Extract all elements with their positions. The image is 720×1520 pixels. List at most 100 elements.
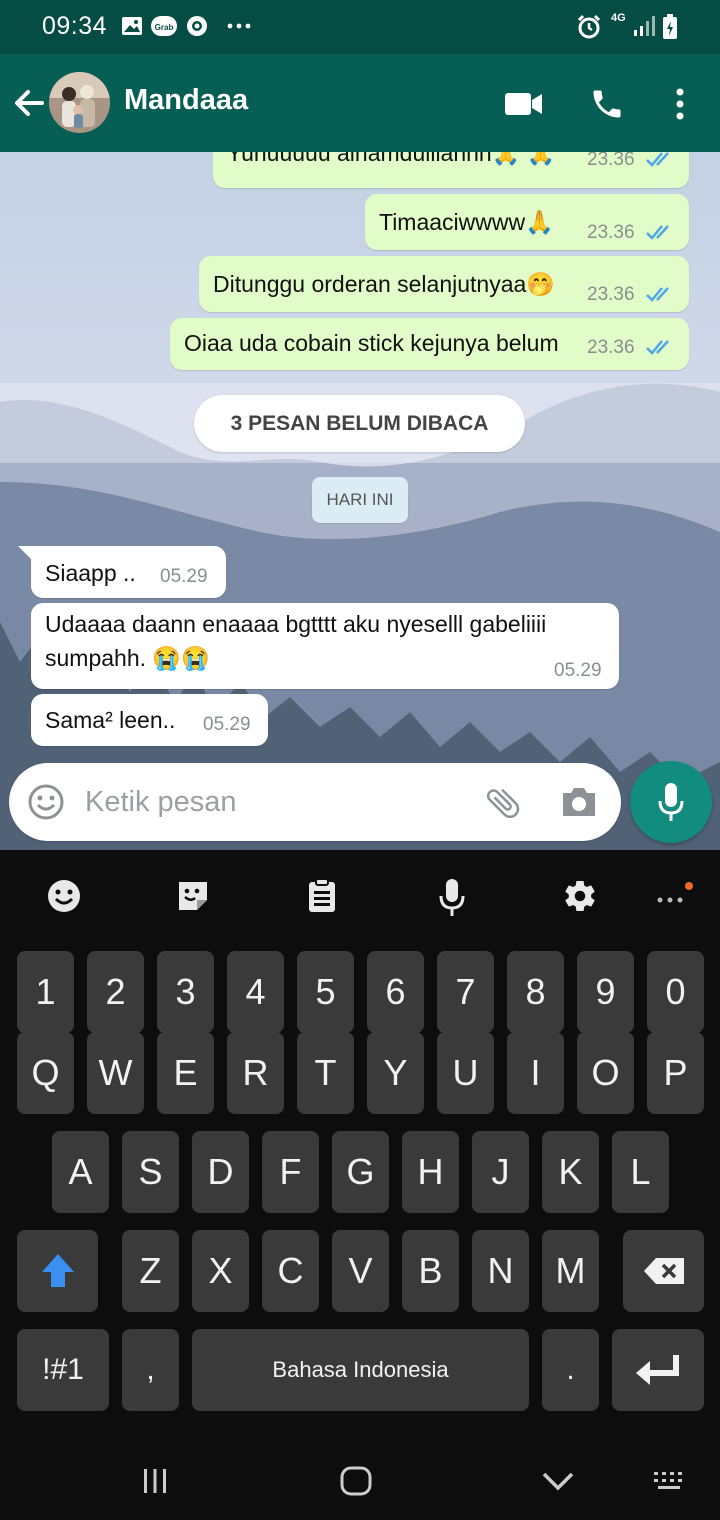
key-n[interactable]: N (472, 1230, 529, 1312)
recent-apps-icon[interactable] (141, 1468, 169, 1494)
key-s[interactable]: S (122, 1131, 179, 1213)
unread-messages-badge[interactable]: 3 PESAN BELUM DIBACA (194, 395, 525, 452)
message-text: Timaaciwwww🙏 (379, 209, 554, 235)
key-k[interactable]: K (542, 1131, 599, 1213)
signal-icon (634, 16, 655, 36)
voice-call-icon[interactable] (589, 86, 625, 122)
chat-header: Mandaaa (0, 54, 720, 152)
key-a[interactable]: A (52, 1131, 109, 1213)
camera-icon[interactable] (559, 783, 599, 821)
grab-icon: Grab (151, 16, 177, 36)
message-text: Sama² leen.. (45, 707, 176, 733)
key-1[interactable]: 1 (17, 951, 74, 1033)
back-nav-icon[interactable] (541, 1470, 575, 1492)
message-time: 05.29 (554, 660, 602, 681)
key-6[interactable]: 6 (367, 951, 424, 1033)
message-outgoing[interactable]: Timaaciwwww🙏 23.36 (365, 194, 689, 250)
read-receipt-icon (646, 152, 669, 167)
message-incoming[interactable]: Sama² leen.. 05.29 (31, 694, 268, 746)
network-type: 4G (611, 12, 626, 24)
key-2[interactable]: 2 (87, 951, 144, 1033)
key-c[interactable]: C (262, 1230, 319, 1312)
key-e[interactable]: E (157, 1032, 214, 1114)
voice-record-button[interactable] (630, 761, 712, 843)
read-receipt-icon (646, 340, 669, 355)
back-arrow-icon[interactable] (8, 82, 50, 124)
battery-icon (663, 14, 677, 39)
backspace-icon (643, 1258, 684, 1284)
message-incoming[interactable]: Siaapp .. 05.29 (31, 546, 226, 598)
message-time: 23.36 (587, 337, 635, 358)
backspace-key[interactable] (623, 1230, 704, 1312)
key-z[interactable]: Z (122, 1230, 179, 1312)
message-input[interactable] (85, 781, 465, 823)
enter-key[interactable] (612, 1329, 704, 1411)
message-composer (9, 763, 621, 841)
key-g[interactable]: G (332, 1131, 389, 1213)
key-j[interactable]: J (472, 1131, 529, 1213)
message-time: 23.36 (587, 222, 635, 243)
keyboard-switch-icon[interactable] (652, 1470, 688, 1494)
key-h[interactable]: H (402, 1131, 459, 1213)
key-d[interactable]: D (192, 1131, 249, 1213)
message-text: Oiaa uda cobain stick kejunya belum (184, 330, 559, 356)
attachment-icon[interactable] (483, 783, 523, 823)
message-outgoing[interactable]: Ditunggu orderan selanjutnyaa🤭 23.36 (199, 256, 689, 312)
status-bar: 09:34 Grab 4G (0, 0, 720, 54)
voice-input-icon[interactable] (438, 878, 466, 918)
comma-key[interactable]: , (122, 1329, 179, 1411)
alarm-icon (577, 14, 601, 39)
more-options-icon[interactable] (654, 880, 696, 912)
message-text: Yuhuuuuu alhamdulilahhh🙏 🙏 (227, 152, 556, 166)
key-5[interactable]: 5 (297, 951, 354, 1033)
date-divider: HARI INI (312, 477, 408, 523)
key-o[interactable]: O (577, 1032, 634, 1114)
settings-icon[interactable] (562, 878, 598, 914)
key-7[interactable]: 7 (437, 951, 494, 1033)
symbols-key[interactable]: !#1 (17, 1329, 109, 1411)
message-incoming[interactable]: Udaaaa daann enaaaa bgtttt aku nyeselll … (31, 603, 619, 689)
key-9[interactable]: 9 (577, 951, 634, 1033)
overflow-menu-icon[interactable] (668, 86, 692, 122)
key-m[interactable]: M (542, 1230, 599, 1312)
emoji-icon[interactable] (46, 878, 82, 914)
key-x[interactable]: X (192, 1230, 249, 1312)
space-key[interactable]: Bahasa Indonesia (192, 1329, 529, 1411)
key-t[interactable]: T (297, 1032, 354, 1114)
message-time: 05.29 (203, 714, 251, 735)
system-nav-bar (0, 1442, 720, 1520)
key-p[interactable]: P (647, 1032, 704, 1114)
home-icon[interactable] (340, 1466, 372, 1496)
key-i[interactable]: I (507, 1032, 564, 1114)
key-8[interactable]: 8 (507, 951, 564, 1033)
message-outgoing[interactable]: Yuhuuuuu alhamdulilahhh🙏 🙏 23.36 (213, 152, 689, 188)
soft-keyboard: 1 2 3 4 5 6 7 8 9 0 Q W E R T Y U I O P … (0, 850, 720, 1442)
key-y[interactable]: Y (367, 1032, 424, 1114)
clipboard-icon[interactable] (306, 878, 338, 914)
key-u[interactable]: U (437, 1032, 494, 1114)
shift-key[interactable] (17, 1230, 98, 1312)
emoji-icon[interactable] (27, 783, 65, 821)
key-q[interactable]: Q (17, 1032, 74, 1114)
message-outgoing[interactable]: Oiaa uda cobain stick kejunya belum 23.3… (170, 318, 689, 370)
key-3[interactable]: 3 (157, 951, 214, 1033)
key-r[interactable]: R (227, 1032, 284, 1114)
key-4[interactable]: 4 (227, 951, 284, 1033)
period-key[interactable]: . (542, 1329, 599, 1411)
status-time: 09:34 (42, 12, 108, 40)
key-l[interactable]: L (612, 1131, 669, 1213)
key-b[interactable]: B (402, 1230, 459, 1312)
contact-avatar[interactable] (49, 72, 110, 133)
mic-icon (658, 783, 684, 821)
sticker-icon[interactable] (175, 878, 211, 914)
key-w[interactable]: W (87, 1032, 144, 1114)
contact-name[interactable]: Mandaaa (124, 84, 248, 117)
video-call-icon[interactable] (504, 90, 544, 118)
enter-icon (636, 1355, 679, 1385)
message-time: 23.36 (587, 152, 635, 170)
key-v[interactable]: V (332, 1230, 389, 1312)
key-0[interactable]: 0 (647, 951, 704, 1033)
more-notifications-icon (227, 23, 251, 29)
key-f[interactable]: F (262, 1131, 319, 1213)
chat-area[interactable]: Yuhuuuuu alhamdulilahhh🙏 🙏 23.36 Timaaci… (0, 152, 720, 850)
